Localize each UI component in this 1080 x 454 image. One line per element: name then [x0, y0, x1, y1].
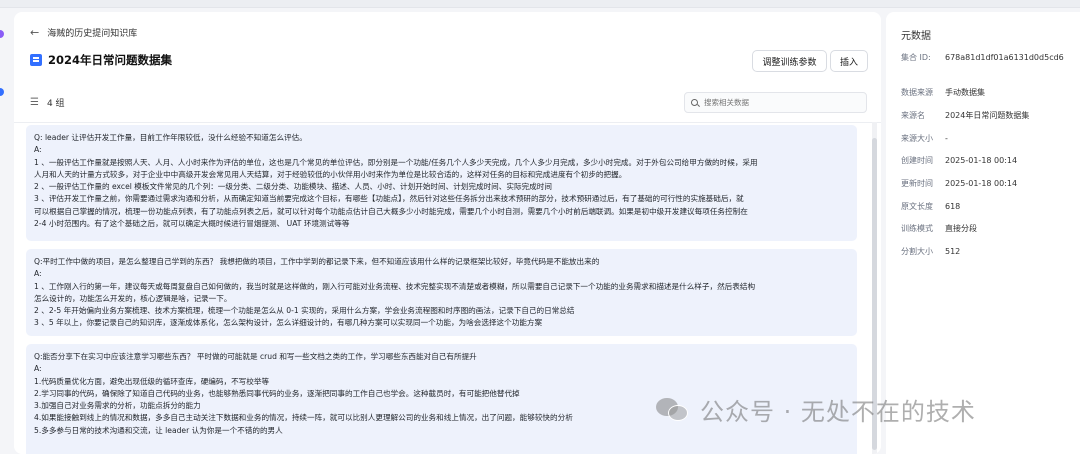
card-line: 2 、一般评估工作量的 excel 模板文件常见的几个列：一级分类、二级分类、功… — [34, 182, 552, 192]
meta-key: 训练模式 — [901, 224, 933, 233]
card-line: 1 、工作刚入行的第一年，建议每天或每周复盘自己如何做的，我当时就是这样做的，刚… — [34, 281, 756, 291]
meta-row-updated: 更新时间 2025-01-18 00:14 — [901, 178, 1071, 190]
card-line: A: — [34, 269, 42, 279]
meta-row-collection-id: 集合 ID: 678a81d1df01a6131d0d5cd6 — [901, 52, 1071, 64]
card-line: 1.代码质量优化方面，避免出现低级的循环查库，硬编码，不写校举等 — [34, 376, 270, 386]
meta-key: 更新时间 — [901, 179, 933, 188]
meta-key: 原文长度 — [901, 202, 933, 211]
card-line: Q:平时工作中做的项目，是怎么整理自己学到的东西？ 我想把做的项目，工作中学到的… — [34, 257, 600, 266]
meta-value: 678a81d1df01a6131d0d5cd6 — [945, 53, 1064, 62]
meta-row-source: 数据来源 手动数据集 — [901, 87, 1071, 99]
meta-value: 手动数据集 — [945, 88, 985, 97]
watermark: 公众号 · 无处不在的技术 — [656, 392, 976, 427]
metadata-panel: 元数据 集合 ID: 678a81d1df01a6131d0d5cd6 数据来源… — [886, 12, 1080, 454]
card-line: A: — [34, 364, 42, 374]
card-line: Q:能否分享下在实习中应该注意学习哪些东西？ 平时做的可能就是 crud 和写一… — [34, 352, 477, 361]
card-line: 3 、评估开发工作量之前，你需要通过需求沟通和分析，从而确定知道当前要完成这个目… — [34, 194, 744, 204]
left-edge-bar — [0, 8, 14, 454]
data-card[interactable]: Q:平时工作中做的项目，是怎么整理自己学到的东西？ 我想把做的项目，工作中学到的… — [26, 249, 857, 336]
edge-purple-dot — [0, 30, 4, 38]
card-line: 人月和人天的计量方式较多，对于企业中中高级开发会常见用人天结算，对于经验较低的小… — [34, 169, 627, 179]
metadata-title: 元数据 — [901, 31, 931, 42]
meta-row-chunk-size: 分割大小 512 — [901, 246, 1071, 258]
meta-key: 集合 ID: — [901, 53, 931, 62]
data-card[interactable]: Q: leader 让评估开发工作量，目前工作年限较低，没什么经验不知道怎么评估… — [26, 125, 857, 241]
meta-key: 来源名 — [901, 111, 925, 120]
search-icon — [691, 99, 698, 106]
meta-value: 直接分段 — [945, 224, 977, 233]
meta-value: - — [945, 134, 948, 143]
card-line: 怎么设计的，功能怎么开发的，核心逻辑是啥，记录一下。 — [34, 293, 232, 303]
card-line: Q: leader 让评估开发工作量，目前工作年限较低，没什么经验不知道怎么评估… — [34, 133, 307, 142]
back-link[interactable]: ← 海贼的历史提问知识库 — [30, 26, 137, 39]
meta-value: 2025-01-18 00:14 — [945, 179, 1018, 188]
back-link-label: 海贼的历史提问知识库 — [47, 29, 138, 39]
search-input[interactable] — [704, 98, 854, 107]
meta-value: 2025-01-18 00:14 — [945, 156, 1018, 165]
list-icon: ☰ — [30, 97, 39, 108]
meta-row-train-mode: 训练模式 直接分段 — [901, 223, 1071, 235]
meta-key: 来源大小 — [901, 134, 933, 143]
data-count-label: 4 组 — [46, 99, 65, 109]
wechat-icon — [656, 396, 690, 424]
page-title-text: 2024年日常问题数据集 — [48, 53, 173, 67]
card-line: 2-4 小时范围内。有了这个基础之后，就可以确定大概时候进行冒烟提测、 UAT … — [34, 219, 350, 229]
top-strip — [0, 0, 1080, 8]
meta-value: 512 — [945, 247, 961, 256]
meta-key: 数据来源 — [901, 88, 933, 97]
insert-button[interactable]: 插入 — [830, 50, 868, 72]
meta-key: 创建时间 — [901, 156, 933, 165]
card-line: 2 、2-5 年开始偏向业务方案梳理、技术方案梳理，梳理一个功能是怎么从 0-1… — [34, 306, 575, 316]
watermark-text: 公众号 · 无处不在的技术 — [700, 398, 976, 426]
edge-blue-dot — [0, 88, 4, 96]
page-title: 2024年日常问题数据集 — [30, 52, 172, 68]
card-line: A: — [34, 145, 42, 155]
search-box[interactable] — [684, 92, 867, 113]
train-params-button[interactable]: 调整训练参数 — [752, 50, 827, 72]
dataset-icon — [30, 54, 42, 66]
card-line: 1 、一般评估工作量就是按照人天、人月、人小时来作为评估的单位，这也是几个常见的… — [34, 157, 758, 167]
meta-key: 分割大小 — [901, 247, 933, 256]
meta-value: 2024年日常问题数据集 — [945, 111, 1030, 120]
meta-row-created: 创建时间 2025-01-18 00:14 — [901, 155, 1071, 167]
data-count: ☰ 4 组 — [30, 96, 65, 109]
meta-row-source-size: 来源大小 - — [901, 133, 1071, 145]
main-panel: ← 海贼的历史提问知识库 2024年日常问题数据集 调整训练参数 插入 ☰ 4 … — [14, 12, 881, 454]
card-line: 可以根据自己掌握的情况，梳理一份功能点列表，有了功能点列表之后，就可以针对每个功… — [34, 206, 748, 216]
meta-row-length: 原文长度 618 — [901, 201, 1071, 213]
card-line: 3 、5 年以上，你要记录自己的知识库，逐渐成体系化，怎么架构设计，怎么详细设计… — [34, 318, 543, 328]
divider — [14, 122, 881, 123]
meta-value: 618 — [945, 202, 961, 211]
meta-row-source-name: 来源名 2024年日常问题数据集 — [901, 110, 1071, 122]
arrow-left-icon: ← — [30, 26, 40, 39]
